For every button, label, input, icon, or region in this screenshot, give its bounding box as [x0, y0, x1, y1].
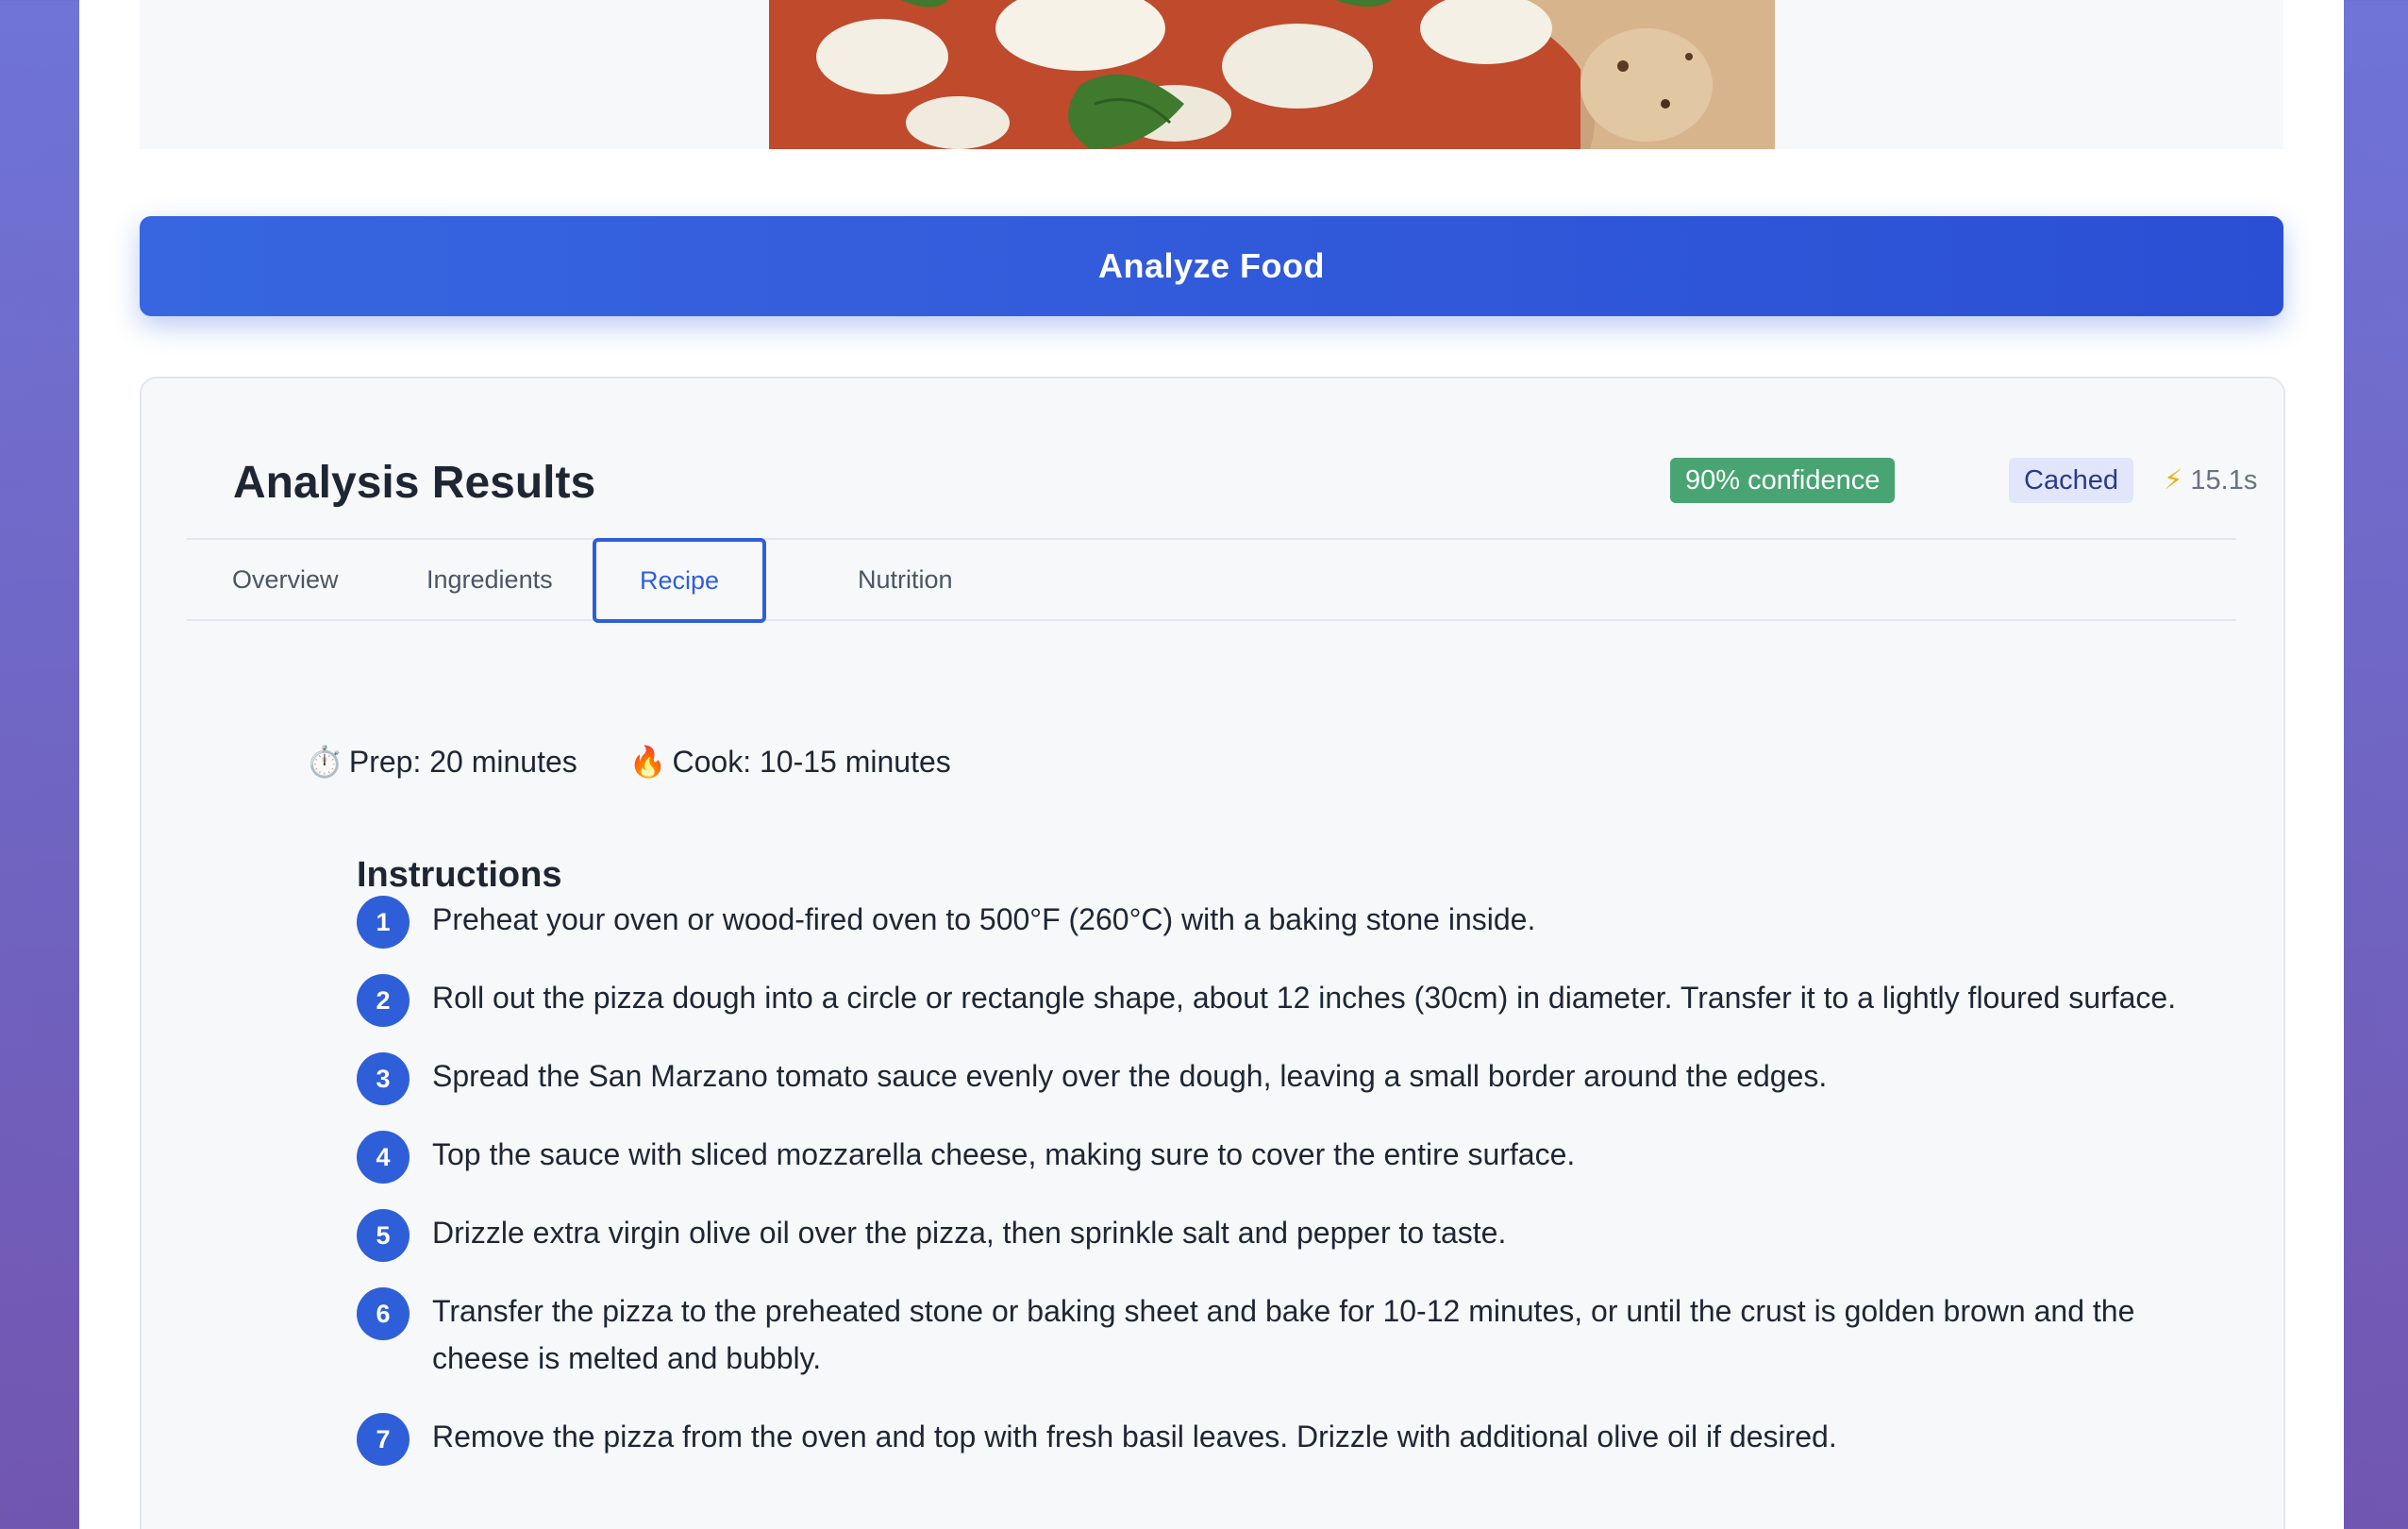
step-number: 6: [357, 1287, 410, 1340]
step-number: 5: [357, 1209, 410, 1262]
step-text: Transfer the pizza to the preheated ston…: [432, 1294, 2135, 1375]
fire-icon: 🔥: [628, 745, 667, 779]
food-image: [769, 0, 1775, 149]
step-number: 4: [357, 1131, 410, 1184]
tab-ingredients[interactable]: Ingredients: [426, 540, 553, 619]
tab-nutrition[interactable]: Nutrition: [858, 540, 953, 619]
step-text: Drizzle extra virgin olive oil over the …: [432, 1216, 1507, 1250]
lightning-icon: ⚡: [2164, 465, 2183, 496]
pizza-photo-illustration: [769, 0, 1775, 149]
tab-bar: Overview Ingredients Recipe Nutrition: [187, 538, 2236, 623]
instruction-step: 4 Top the sauce with sliced mozzarella c…: [357, 1131, 2234, 1184]
tab-recipe[interactable]: Recipe: [593, 538, 766, 623]
step-text: Remove the pizza from the oven and top w…: [432, 1420, 1837, 1453]
prep-time-text: Prep: 20 minutes: [348, 745, 577, 779]
step-number: 2: [357, 974, 410, 1027]
confidence-badge: 90% confidence: [1670, 458, 1896, 503]
step-text: Preheat your oven or wood-fired oven to …: [432, 902, 1536, 936]
recipe-time-info: ⏱️ Prep: 20 minutes 🔥 Cook: 10-15 minutes: [306, 743, 995, 781]
cook-time: 🔥 Cook: 10-15 minutes: [629, 743, 951, 781]
step-number: 7: [357, 1413, 410, 1466]
prep-time: ⏱️ Prep: 20 minutes: [306, 743, 577, 781]
instruction-step: 6 Transfer the pizza to the preheated st…: [357, 1287, 2234, 1382]
cached-badge: Cached: [2009, 458, 2133, 503]
tab-overview[interactable]: Overview: [232, 540, 339, 619]
instructions-list: 1 Preheat your oven or wood-fired oven t…: [357, 896, 2234, 1491]
instruction-step: 5 Drizzle extra virgin olive oil over th…: [357, 1209, 2234, 1262]
results-title: Analysis Results: [233, 458, 596, 508]
analyze-food-button[interactable]: Analyze Food: [140, 216, 2283, 316]
instructions-heading: Instructions: [357, 855, 562, 895]
instruction-step: 2 Roll out the pizza dough into a circle…: [357, 974, 2234, 1027]
step-text: Top the sauce with sliced mozzarella che…: [432, 1137, 1576, 1171]
step-number: 3: [357, 1052, 410, 1105]
app-panel: Analyze Food Analysis Results 90% confid…: [79, 0, 2344, 1529]
instruction-step: 1 Preheat your oven or wood-fired oven t…: [357, 896, 2234, 949]
analysis-time-value: 15.1s: [2190, 465, 2258, 496]
step-number: 1: [357, 896, 410, 949]
step-text: Roll out the pizza dough into a circle o…: [432, 981, 2177, 1015]
image-preview-area: [140, 0, 2283, 149]
analysis-results-card: Analysis Results 90% confidence Cached ⚡…: [140, 377, 2285, 1529]
instruction-step: 7 Remove the pizza from the oven and top…: [357, 1413, 2234, 1466]
cook-time-text: Cook: 10-15 minutes: [672, 745, 951, 779]
instruction-step: 3 Spread the San Marzano tomato sauce ev…: [357, 1052, 2234, 1105]
step-text: Spread the San Marzano tomato sauce even…: [432, 1059, 1828, 1093]
stopwatch-icon: ⏱️: [306, 745, 343, 779]
analysis-time: ⚡ 15.1s: [2164, 458, 2257, 503]
